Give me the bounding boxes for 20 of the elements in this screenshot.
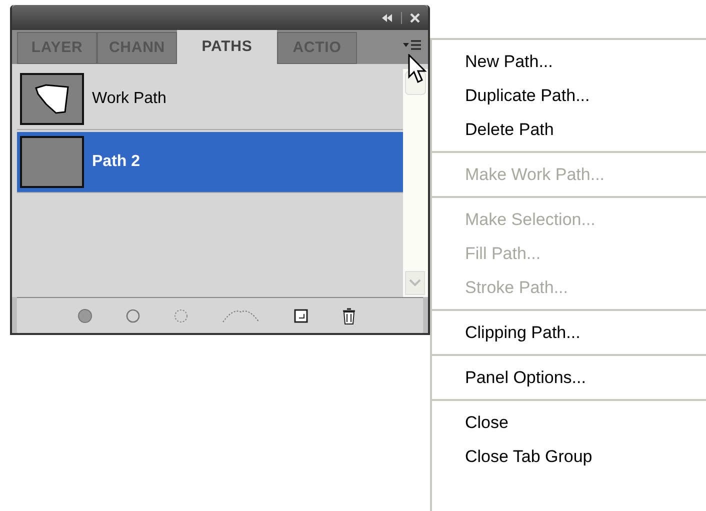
shape-icon bbox=[32, 82, 72, 116]
panel-tab[interactable]: PATHS bbox=[177, 30, 277, 64]
menu-item[interactable]: New Path... bbox=[432, 45, 706, 79]
panel-menu-icon[interactable] bbox=[402, 39, 422, 53]
menu-item[interactable]: Close bbox=[432, 406, 706, 440]
menu-item[interactable]: Close Tab Group bbox=[432, 440, 706, 474]
new-path-icon[interactable] bbox=[293, 308, 309, 324]
cursor-icon bbox=[408, 54, 428, 86]
close-icon[interactable] bbox=[410, 12, 420, 22]
path-thumbnail bbox=[20, 136, 84, 188]
menu-item[interactable]: Duplicate Path... bbox=[432, 79, 706, 113]
menu-item[interactable]: Panel Options... bbox=[432, 361, 706, 395]
menu-item[interactable]: Delete Path bbox=[432, 113, 706, 147]
collapse-icon[interactable] bbox=[381, 12, 393, 22]
scrollbar[interactable] bbox=[403, 69, 428, 297]
fill-path-icon[interactable] bbox=[77, 308, 93, 324]
stroke-path-icon[interactable] bbox=[125, 308, 141, 324]
menu-item[interactable]: Clipping Path... bbox=[432, 316, 706, 350]
path-row[interactable]: Path 2 bbox=[17, 132, 403, 193]
trash-icon[interactable] bbox=[341, 306, 357, 324]
